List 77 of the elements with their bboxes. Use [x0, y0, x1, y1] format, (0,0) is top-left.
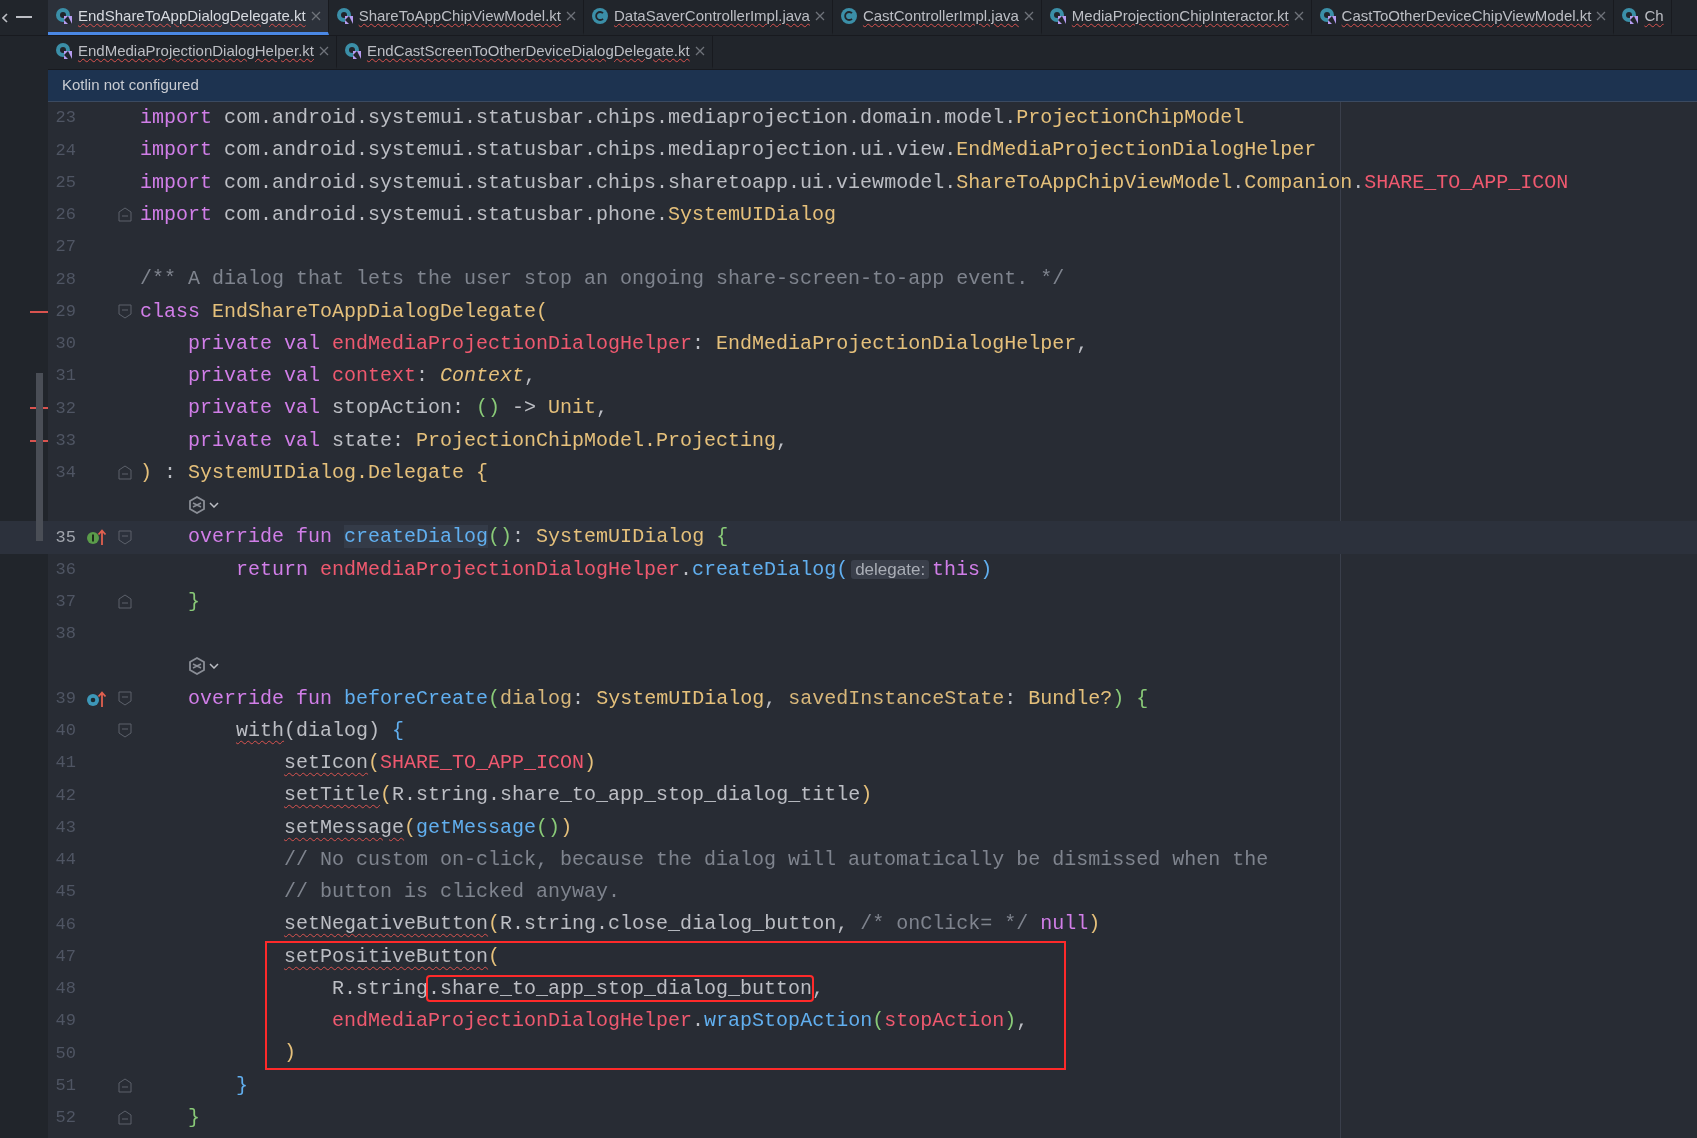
code-line: setNegativeButton(R.string.close_dialog_button, /* onClick= */ null) [283, 911, 1101, 938]
fold-marker[interactable] [118, 304, 132, 320]
close-icon[interactable] [310, 11, 321, 21]
code-line: import com.android.systemui.statusbar.chips.mediaprojection.domain.model.ProjectionChipModel [140, 105, 1245, 132]
code-line: with(dialog) { [235, 717, 405, 744]
code-line: private val context: Context, [187, 363, 537, 390]
code-line: setMessage(getMessage()) [283, 814, 573, 841]
fold-marker[interactable] [118, 465, 132, 481]
code-line: // button is clicked anyway. [283, 879, 621, 906]
code-line: private val state: ProjectionChipModel.Projecting, [187, 427, 789, 454]
editor-tab[interactable]: EndShareToAppDialogDelegate.kt [48, 0, 329, 35]
code-line: ) [283, 1040, 297, 1067]
line-number: 35 [54, 526, 76, 549]
code-line: // No custom on-click, because the dialog will automatically be dismissed when the [283, 846, 1269, 873]
code-line: override fun createDialog(): SystemUIDialog { [187, 524, 729, 551]
code-line: /** A dialog that lets the user stop an ongoing share-screen-to-app event. */ [140, 266, 1065, 293]
fold-marker[interactable] [118, 691, 132, 707]
editor-tab[interactable]: EndCastScreenToOtherDeviceDialogDelegate.kt [336, 36, 713, 69]
hexagon-icon[interactable] [188, 496, 206, 515]
chevron-icon[interactable] [209, 663, 219, 670]
code-line: class EndShareToAppDialogDelegate( [140, 298, 549, 325]
code-line: setPositiveButton( [283, 943, 501, 970]
code-line: } [187, 1104, 200, 1131]
kotlin-file-icon [55, 42, 73, 60]
kotlin-file-icon [1318, 7, 1337, 25]
kotlin-file-icon [1048, 7, 1067, 25]
fold-marker[interactable] [118, 723, 132, 739]
code-line: setTitle(R.string.share_to_app_stop_dialog_title) [283, 782, 873, 809]
class-file-icon [591, 7, 609, 25]
hexagon-icon[interactable] [188, 657, 206, 676]
chevron-icon[interactable] [2, 12, 8, 23]
editor-tab[interactable]: MediaProjectionChipInteractor.kt [1041, 0, 1312, 35]
overrides-icon[interactable] [86, 689, 108, 708]
editor-tab[interactable]: CastToOtherDeviceChipViewModel.kt [1311, 0, 1615, 35]
code-line: private val endMediaProjectionDialogHelper: EndMediaProjectionDialogHelper, [187, 330, 1089, 357]
scrollbar-thumb[interactable] [36, 373, 43, 541]
code-line: R.string.share_to_app_stop_dialog_button, [331, 975, 825, 1002]
fold-marker[interactable] [118, 207, 132, 223]
kotlin-file-icon [1621, 7, 1640, 25]
editor-tab[interactable]: EndMediaProjectionDialogHelper.kt [48, 36, 337, 69]
close-icon[interactable] [1293, 11, 1304, 21]
code-line: private val stopAction: () -> Unit, [187, 395, 609, 422]
editor-tab[interactable]: DataSaverControllerImpl.java [584, 0, 833, 35]
change-marker[interactable] [30, 439, 48, 442]
code-line: import com.android.systemui.statusbar.phone.SystemUIDialog [140, 201, 837, 228]
implements-icon[interactable] [86, 528, 108, 547]
close-icon[interactable] [814, 11, 825, 21]
code-line: import com.android.systemui.statusbar.chips.mediaprojection.ui.view.EndMediaProjectionDialogHelper [140, 137, 1317, 164]
chevron-icon[interactable] [209, 502, 219, 509]
notification-banner: Kotlin not configured [48, 70, 1697, 102]
code-line: override fun beforeCreate(dialog: SystemUIDialog, savedInstanceState: Bundle?) { [187, 685, 1149, 712]
code-line: return endMediaProjectionDialogHelper.createDialog( delegate: this) [235, 556, 993, 583]
fold-marker[interactable] [118, 1078, 132, 1094]
minimize-icon[interactable] [16, 16, 32, 19]
close-icon[interactable] [318, 46, 329, 56]
kotlin-file-icon [343, 42, 362, 60]
fold-marker[interactable] [118, 594, 132, 610]
fold-marker[interactable] [118, 1110, 132, 1126]
editor-tab[interactable]: Ch [1614, 0, 1672, 35]
fold-marker[interactable] [118, 529, 132, 545]
close-icon[interactable] [694, 46, 705, 56]
code-line: } [187, 588, 200, 615]
code-line: ) : SystemUIDialog.Delegate { [140, 459, 489, 486]
code-line: setIcon(SHARE_TO_APP_ICON) [283, 750, 597, 777]
close-icon[interactable] [1023, 11, 1034, 21]
kotlin-file-icon [55, 7, 73, 25]
code-line: } [235, 1072, 249, 1099]
editor-tab[interactable]: CastControllerImpl.java [832, 0, 1042, 35]
change-marker[interactable] [30, 310, 48, 313]
change-marker[interactable] [30, 407, 48, 410]
class-file-icon [839, 7, 858, 25]
kotlin-file-icon [335, 7, 354, 25]
code-line: endMediaProjectionDialogHelper.wrapStopAction(stopAction), [331, 1008, 1029, 1035]
close-icon[interactable] [566, 11, 576, 21]
code-line: import com.android.systemui.statusbar.chips.sharetoapp.ui.viewmodel.ShareToAppChipViewModel.Companion.SHARE_TO_APP_ICON [140, 169, 1569, 196]
close-icon[interactable] [1596, 11, 1607, 21]
editor-tab[interactable]: ShareToAppChipViewModel.kt [328, 0, 584, 35]
